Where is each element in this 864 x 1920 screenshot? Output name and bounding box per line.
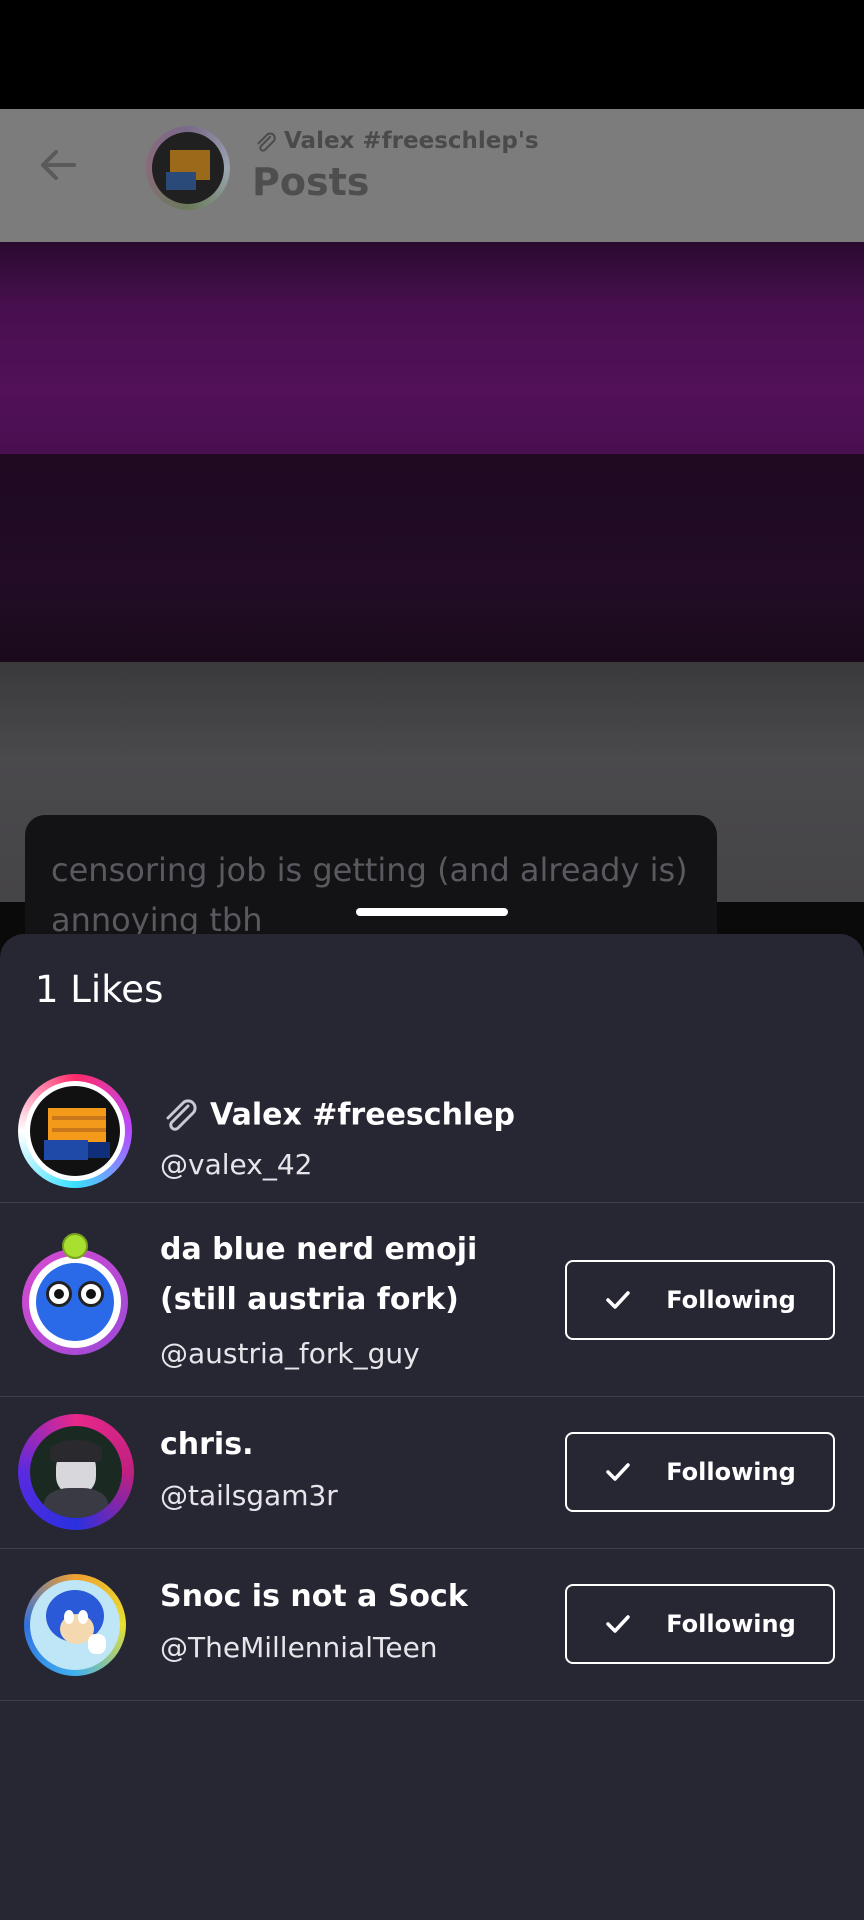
- paperclip-icon: [257, 132, 276, 152]
- avatar[interactable]: [18, 1074, 132, 1188]
- list-item[interactable]: da blue nerd emoji (still austria fork) …: [0, 1203, 864, 1397]
- header-subtitle: Valex #freeschlep's: [252, 128, 539, 155]
- header-avatar[interactable]: [146, 126, 230, 210]
- user-name: Valex #freeschlep: [160, 1096, 515, 1136]
- paperclip-icon: [166, 1099, 197, 1131]
- user-handle: @valex_42: [160, 1148, 313, 1181]
- following-button[interactable]: Following: [565, 1584, 835, 1664]
- user-name: chris.: [160, 1427, 254, 1462]
- user-handle: @TheMillennialTeen: [160, 1631, 438, 1664]
- avatar[interactable]: [24, 1574, 126, 1676]
- status-bar: [0, 0, 864, 109]
- post-image-band-purple: [0, 242, 864, 454]
- user-name: da blue nerd emoji (still austria fork) …: [160, 1232, 478, 1317]
- list-item[interactable]: Snoc is not a Sock @TheMillennialTeen Fo…: [0, 1549, 864, 1701]
- checkmark-icon: [606, 1463, 630, 1481]
- header-subtitle-text: Valex #freeschlep's: [284, 128, 539, 154]
- checkmark-icon: [606, 1291, 630, 1309]
- likes-title: 1 Likes: [35, 968, 164, 1011]
- following-button-label: Following: [666, 1286, 796, 1314]
- avatar[interactable]: [22, 1249, 128, 1355]
- likes-sheet: 1 Likes Valex #freeschlep @valex_42 da b…: [0, 934, 864, 1920]
- back-arrow-icon[interactable]: [36, 143, 80, 187]
- user-handle: @tailsgam3r: [160, 1479, 338, 1512]
- list-item[interactable]: Valex #freeschlep @valex_42: [0, 1064, 864, 1203]
- following-button[interactable]: Following: [565, 1432, 835, 1512]
- following-button-label: Following: [666, 1610, 796, 1638]
- post-image-band-dark: [0, 454, 864, 662]
- frog-badge-icon: [62, 1233, 88, 1259]
- user-name: Snoc is not a Sock: [160, 1579, 468, 1614]
- following-button[interactable]: Following: [565, 1260, 835, 1340]
- checkmark-icon: [606, 1615, 630, 1633]
- following-button-label: Following: [666, 1458, 796, 1486]
- screen: Valex #freeschlep's Posts censoring job …: [0, 0, 864, 1920]
- post-text: censoring job is getting (and already is…: [51, 851, 688, 939]
- avatar[interactable]: [18, 1414, 134, 1530]
- page-title: Posts: [252, 160, 370, 204]
- user-handle: @austria_fork_guy: [160, 1337, 420, 1370]
- user-name-text: Valex #freeschlep: [210, 1097, 516, 1133]
- sheet-drag-handle[interactable]: [356, 908, 508, 916]
- list-item[interactable]: chris. @tailsgam3r Following: [0, 1397, 864, 1549]
